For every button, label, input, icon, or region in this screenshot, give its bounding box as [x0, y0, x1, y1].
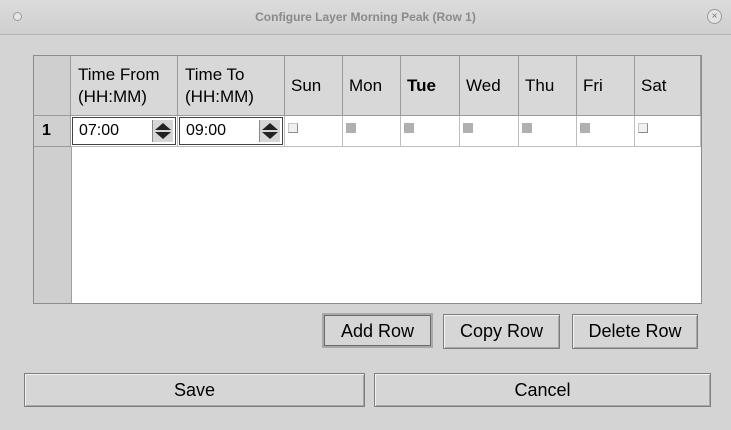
close-icon[interactable]: × [707, 9, 722, 24]
header-sun[interactable]: Sun [285, 56, 343, 116]
header-time-from-line2: (HH:MM) [78, 86, 147, 106]
header-mon[interactable]: Mon [343, 56, 401, 116]
spin-down-icon[interactable] [262, 132, 278, 139]
table-row: 1 07:00 09:00 [34, 116, 701, 147]
spin-up-icon[interactable] [262, 123, 278, 130]
time-to-spinbox[interactable]: 09:00 [179, 117, 283, 145]
delete-row-button[interactable]: Delete Row [572, 314, 698, 349]
header-time-to-line2: (HH:MM) [185, 86, 254, 106]
thu-cell [519, 116, 577, 147]
time-to-value: 09:00 [186, 122, 227, 139]
time-to-spin-buttons[interactable] [259, 120, 280, 142]
wed-checkbox[interactable] [463, 123, 473, 133]
header-fri[interactable]: Fri [577, 56, 635, 116]
header-thu[interactable]: Thu [519, 56, 577, 116]
sun-checkbox[interactable] [288, 123, 298, 133]
time-from-value: 07:00 [79, 122, 120, 139]
header-time-to[interactable]: Time To (HH:MM) [178, 56, 285, 116]
tue-cell [401, 116, 460, 147]
row-number[interactable]: 1 [34, 116, 71, 147]
copy-row-button[interactable]: Copy Row [443, 314, 560, 349]
header-wed[interactable]: Wed [460, 56, 519, 116]
header-time-to-line1: Time To [185, 64, 245, 84]
time-from-spin-buttons[interactable] [152, 120, 173, 142]
table-corner [34, 56, 71, 116]
title-bar[interactable]: Configure Layer Morning Peak (Row 1) × [0, 0, 731, 35]
mon-cell [343, 116, 401, 147]
header-time-from-line1: Time From [78, 64, 160, 84]
cancel-button[interactable]: Cancel [374, 373, 711, 407]
time-to-cell: 09:00 [178, 116, 285, 147]
time-from-cell: 07:00 [71, 116, 178, 147]
header-time-from[interactable]: Time From (HH:MM) [71, 56, 178, 116]
fri-cell [577, 116, 635, 147]
spin-down-icon[interactable] [155, 132, 171, 139]
tue-checkbox[interactable] [404, 123, 414, 133]
sat-checkbox[interactable] [638, 123, 648, 133]
header-sat[interactable]: Sat [635, 56, 701, 116]
schedule-table: Time From (HH:MM) Time To (HH:MM) Sun Mo… [33, 55, 702, 304]
configure-layer-dialog: Configure Layer Morning Peak (Row 1) × T… [0, 0, 731, 430]
sat-cell [635, 116, 701, 147]
mon-checkbox[interactable] [346, 123, 356, 133]
save-button[interactable]: Save [24, 373, 365, 407]
time-from-spinbox[interactable]: 07:00 [72, 117, 176, 145]
thu-checkbox[interactable] [522, 123, 532, 133]
window-title: Configure Layer Morning Peak (Row 1) [255, 10, 476, 24]
add-row-button[interactable]: Add Row [322, 313, 433, 348]
wed-cell [460, 116, 519, 147]
header-tue[interactable]: Tue [401, 56, 460, 116]
fri-checkbox[interactable] [580, 123, 590, 133]
spin-up-icon[interactable] [155, 123, 171, 130]
sun-cell [285, 116, 343, 147]
